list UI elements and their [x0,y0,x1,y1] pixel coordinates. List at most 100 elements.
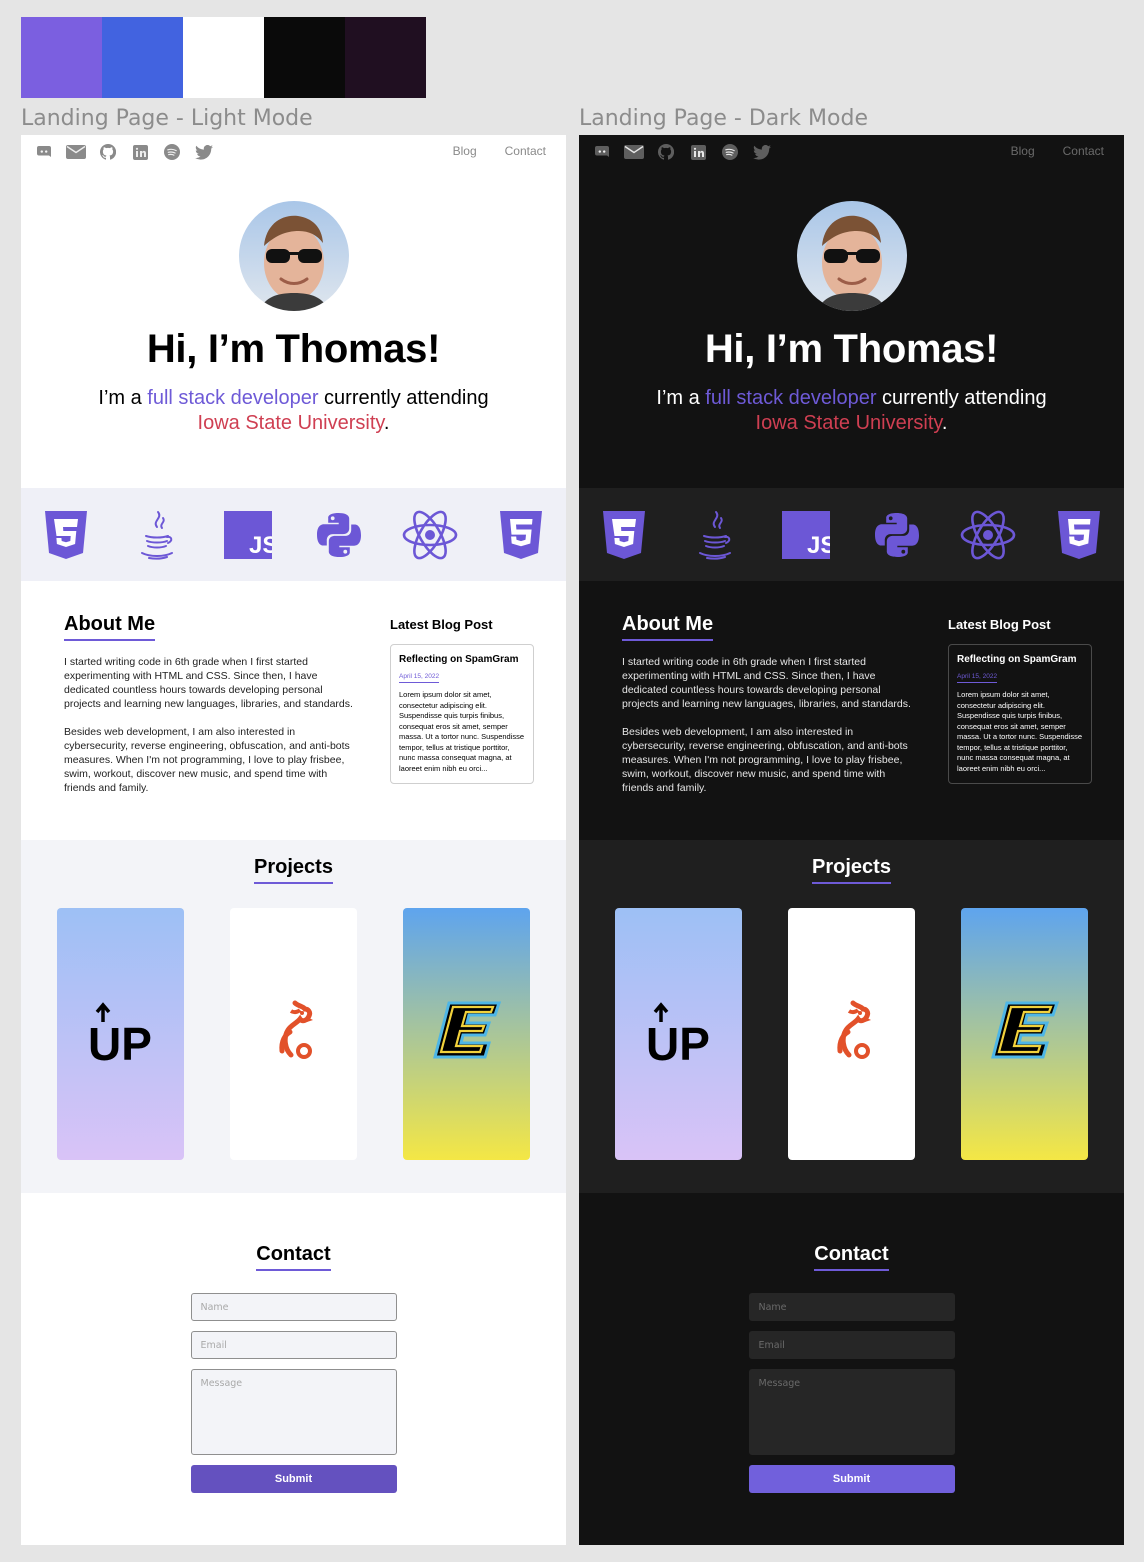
frame-label-dark: Landing Page - Dark Mode [579,106,868,131]
svg-text:UP: UP [646,1018,710,1066]
html5-icon [1051,507,1107,563]
java-icon [129,507,185,563]
hero-greeting: Hi, I’m Thomas! [704,327,999,371]
blog-heading: Latest Blog Post [948,617,1051,632]
top-nav: Blog Contact [579,135,1124,169]
css3-icon [596,507,652,563]
project-card-e[interactable] [961,908,1088,1160]
blog-post-excerpt: Lorem ipsum dolor sit amet, consectetur … [399,690,525,773]
contact-form: Name Email Message Submit [190,1293,397,1493]
nav-link-contact[interactable]: Contact [1063,144,1104,158]
discord-icon[interactable] [33,143,55,161]
tech-stack-bar: JS [21,488,566,581]
twitter-icon[interactable] [751,143,773,161]
linkedin-icon[interactable] [129,143,151,161]
tech-stack-bar: JS [579,488,1124,581]
react-icon [402,507,458,563]
project-card-chicken[interactable] [230,908,357,1160]
tagline-text: I’m a [656,387,706,409]
html5-icon [493,507,549,563]
contact-form: Name Email Message Submit [748,1293,955,1493]
top-nav: Blog Contact [21,135,566,169]
discord-icon[interactable] [591,143,613,161]
name-field[interactable]: Name [748,1293,955,1321]
blog-post-date: April 15, 2022 [957,673,998,683]
tagline-text: currently attending [876,387,1047,409]
swatch-white [183,17,264,98]
submit-button[interactable]: Submit [190,1465,397,1493]
hero-tagline: I’m a full stack developer currently att… [652,386,1052,436]
about-section: About Me I started writing code in 6th g… [64,613,359,795]
about-paragraph-2: Besides web development, I am also inter… [64,726,350,794]
react-icon [960,507,1016,563]
blog-card[interactable]: Reflecting on SpamGram April 15, 2022 Lo… [390,644,534,784]
swatch-dark-purple [345,17,426,98]
nav-link-blog[interactable]: Blog [1011,144,1035,158]
project-card-up[interactable]: UP [57,908,184,1160]
svg-text:JS: JS [807,532,830,559]
swatch-blue [102,17,183,98]
mail-icon[interactable] [623,143,645,161]
message-field[interactable]: Message [748,1369,955,1455]
svg-text:UP: UP [88,1018,152,1066]
tagline-text: . [383,412,390,434]
hero-section: Hi, I’m Thomas! I’m a full stack develop… [579,201,1124,436]
java-icon [687,507,743,563]
tagline-school: Iowa State University [755,412,942,434]
social-icons [591,143,773,161]
blog-post-title: Reflecting on SpamGram [399,654,519,665]
css3-icon [38,507,94,563]
name-field[interactable]: Name [190,1293,397,1321]
contact-title: Contact [256,1243,331,1271]
project-card-e[interactable] [403,908,530,1160]
up-logo: UP [88,1002,152,1066]
python-icon [311,507,367,563]
hero-section: Hi, I’m Thomas! I’m a full stack develop… [21,201,566,436]
spotify-icon[interactable] [161,143,183,161]
e-logo [990,1001,1059,1059]
projects-section: Projects UP [579,840,1124,1193]
avatar [796,201,907,311]
hero-greeting: Hi, I’m Thomas! [146,327,441,371]
projects-title: Projects [254,856,333,884]
github-icon[interactable] [655,143,677,161]
python-icon [869,507,925,563]
contact-section: Contact Name Email Message Submit [21,1243,566,1493]
about-paragraph-1: I started writing code in 6th grade when… [64,656,353,710]
projects-title: Projects [812,856,891,884]
color-palette [21,17,426,98]
about-section: About Me I started writing code in 6th g… [622,613,917,795]
tagline-school: Iowa State University [197,412,384,434]
email-field[interactable]: Email [748,1331,955,1359]
landing-page-light: Blog Contact Hi, I’m Thomas! I’m a full … [21,135,566,1545]
blog-card[interactable]: Reflecting on SpamGram April 15, 2022 Lo… [948,644,1092,784]
spotify-icon[interactable] [719,143,741,161]
e-logo [432,1001,501,1059]
javascript-icon: JS [778,507,834,563]
project-card-chicken[interactable] [788,908,915,1160]
linkedin-icon[interactable] [687,143,709,161]
twitter-icon[interactable] [193,143,215,161]
projects-section: Projects UP [21,840,566,1193]
project-card-up[interactable]: UP [615,908,742,1160]
contact-section: Contact Name Email Message Submit [579,1243,1124,1493]
nav-links: Blog Contact [453,144,546,158]
frame-label-light: Landing Page - Light Mode [21,106,313,131]
blog-post-date: April 15, 2022 [399,673,440,683]
chicken-logo [836,1000,871,1059]
email-field[interactable]: Email [190,1331,397,1359]
social-icons [33,143,215,161]
avatar [238,201,349,311]
message-field[interactable]: Message [190,1369,397,1455]
tagline-text: . [941,412,948,434]
submit-button[interactable]: Submit [748,1465,955,1493]
landing-page-dark: Blog Contact Hi, I’m Thomas! I’m a full … [579,135,1124,1545]
mail-icon[interactable] [65,143,87,161]
svg-text:JS: JS [249,532,272,559]
swatch-purple [21,17,102,98]
nav-link-contact[interactable]: Contact [505,144,546,158]
nav-link-blog[interactable]: Blog [453,144,477,158]
github-icon[interactable] [97,143,119,161]
latest-blog-post: Latest Blog Post Reflecting on SpamGram … [390,617,534,784]
tagline-text: I’m a [98,387,148,409]
